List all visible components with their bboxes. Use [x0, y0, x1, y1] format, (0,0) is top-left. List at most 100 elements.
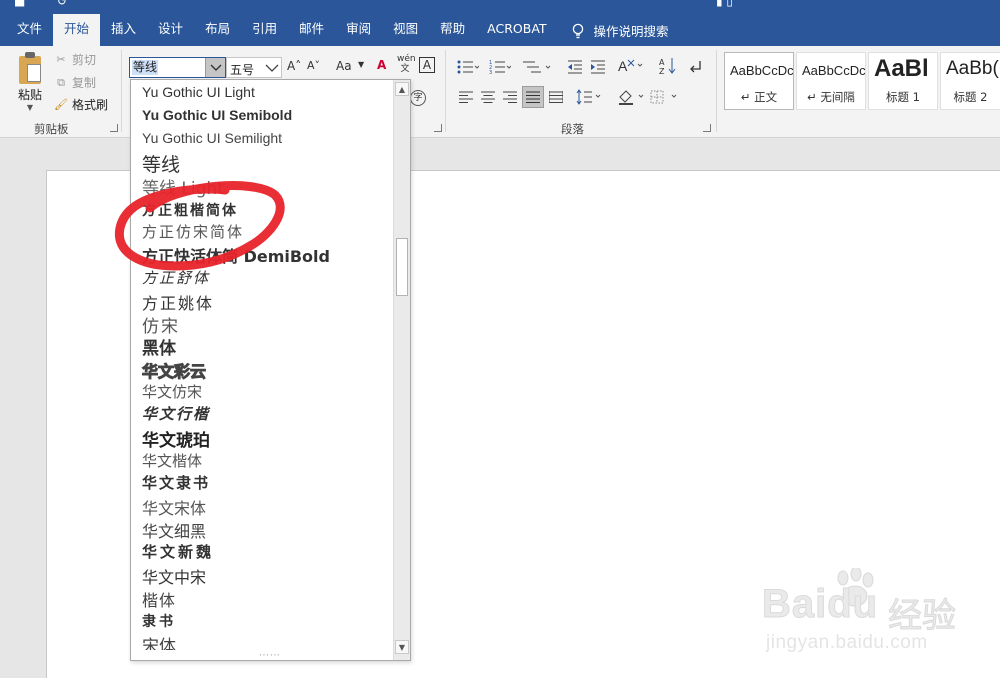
watermark-logo-cn: 经验: [888, 596, 957, 637]
bullets-icon[interactable]: [457, 60, 480, 74]
style-name: ↵ 无间隔: [807, 90, 855, 104]
borders-icon[interactable]: [650, 90, 677, 104]
style-no-spacing[interactable]: AaBbCcDc ↵ 无间隔: [796, 52, 866, 110]
decrease-indent-icon[interactable]: [566, 60, 584, 74]
font-option[interactable]: 华文琥珀: [142, 426, 210, 451]
tab-home[interactable]: 开始: [53, 14, 101, 46]
font-option[interactable]: 华文宋体: [142, 495, 206, 519]
style-heading-2[interactable]: AaBb( 标题 2: [940, 52, 1000, 110]
tab-file[interactable]: 文件: [0, 14, 53, 46]
chevron-down-icon: ▼: [26, 103, 34, 112]
font-option[interactable]: 华文中宋: [142, 564, 206, 588]
align-right-icon[interactable]: [503, 91, 521, 105]
font-option[interactable]: Yu Gothic UI Semibold: [142, 107, 292, 123]
tab-view[interactable]: 视图: [382, 14, 429, 46]
font-option[interactable]: 方正粗楷简体: [142, 200, 238, 220]
font-dropdown: Yu Gothic UI Light Yu Gothic UI Semibold…: [130, 79, 411, 661]
font-option[interactable]: 华文彩云: [141, 358, 206, 382]
font-option[interactable]: 方正舒体: [142, 267, 210, 288]
tab-design[interactable]: 设计: [147, 14, 194, 46]
font-option[interactable]: 黑体: [142, 334, 176, 359]
tab-layout[interactable]: 布局: [194, 14, 241, 46]
format-painter-button[interactable]: 🖌 格式刷: [54, 96, 108, 113]
resize-grip-icon[interactable]: ⋯⋯: [259, 651, 281, 661]
font-option[interactable]: 等线 Light: [142, 174, 224, 199]
quick-access-toolbar[interactable]: ■ ↺: [14, 0, 81, 8]
tell-me-search[interactable]: 操作说明搜索: [558, 21, 669, 40]
font-option[interactable]: 隶书: [142, 611, 176, 631]
font-option[interactable]: 宋体: [142, 632, 176, 650]
chevron-down-icon[interactable]: [265, 60, 279, 76]
clipboard-launcher-icon[interactable]: [110, 124, 118, 132]
font-option[interactable]: 华文仿宋: [142, 381, 202, 402]
paragraph-launcher-icon[interactable]: [703, 124, 711, 132]
clipboard-icon: [17, 52, 43, 84]
align-left-icon[interactable]: [459, 91, 477, 105]
sort-icon[interactable]: AZ: [659, 57, 677, 76]
format-painter-label: 格式刷: [72, 98, 109, 112]
paste-label: 粘贴: [17, 88, 42, 102]
style-normal[interactable]: AaBbCcDc ↵ 正文: [724, 52, 794, 110]
font-launcher-icon[interactable]: [434, 124, 442, 132]
styles-gallery: AaBbCcDc ↵ 正文 AaBbCcDc ↵ 无间隔 AaBl 标题 1 A…: [724, 52, 1000, 122]
font-option[interactable]: 等线: [142, 150, 180, 177]
tab-mailings[interactable]: 邮件: [288, 14, 335, 46]
font-list: Yu Gothic UI Light Yu Gothic UI Semibold…: [131, 80, 393, 650]
font-name-input[interactable]: 等线: [132, 60, 159, 75]
character-border-icon[interactable]: A: [419, 57, 435, 73]
change-case-button[interactable]: Aa: [336, 59, 352, 73]
paste-button[interactable]: 粘贴 ▼: [12, 52, 48, 112]
scrollbar-thumb[interactable]: [396, 238, 408, 296]
style-name: 标题 2: [953, 90, 988, 104]
font-option[interactable]: 华文楷体: [142, 450, 202, 471]
phonetic-guide-icon[interactable]: wén 文: [397, 54, 416, 74]
font-option[interactable]: 方正快活体简 DemiBold: [142, 243, 330, 267]
align-center-icon[interactable]: [481, 91, 499, 105]
font-size-input[interactable]: 五号: [230, 61, 254, 78]
svg-text:A: A: [618, 58, 628, 74]
font-option[interactable]: 华文行楷: [142, 403, 210, 424]
grow-font-icon[interactable]: A˄: [287, 59, 301, 73]
show-marks-icon[interactable]: [688, 59, 706, 73]
shading-icon[interactable]: [617, 88, 644, 105]
tab-insert[interactable]: 插入: [100, 14, 147, 46]
distributed-icon[interactable]: [548, 91, 567, 105]
style-preview: AaBbCcDc: [802, 63, 866, 78]
scroll-down-icon[interactable]: ▼: [395, 640, 409, 654]
scroll-up-icon[interactable]: ▲: [395, 82, 409, 96]
increase-indent-icon[interactable]: [589, 60, 607, 74]
tab-references[interactable]: 引用: [241, 14, 288, 46]
font-option[interactable]: 华文新魏: [142, 541, 214, 562]
multilevel-list-icon[interactable]: [521, 60, 551, 74]
font-option[interactable]: 方正姚体: [142, 290, 214, 314]
enclose-characters-icon[interactable]: 字: [410, 90, 426, 106]
paintbrush-icon: 🖌: [54, 97, 68, 111]
tab-help[interactable]: 帮助: [429, 14, 476, 46]
style-heading-1[interactable]: AaBl 标题 1: [868, 52, 938, 110]
font-option[interactable]: 华文隶书: [142, 472, 210, 493]
font-size-combobox[interactable]: 五号: [226, 57, 282, 78]
font-option[interactable]: 方正仿宋简体: [142, 221, 244, 242]
line-spacing-icon[interactable]: [576, 89, 601, 105]
tab-acrobat[interactable]: ACROBAT: [476, 14, 557, 46]
chevron-down-icon[interactable]: [205, 58, 225, 77]
numbering-icon[interactable]: 123: [489, 60, 512, 76]
font-option[interactable]: 楷体: [142, 587, 176, 611]
copy-button[interactable]: ⧉ 复制: [54, 74, 96, 91]
shrink-font-icon[interactable]: A˅: [307, 59, 320, 72]
ribbon-tabs: 文件 开始 插入 设计 布局 引用 邮件 审阅 视图 帮助 ACROBAT 操作…: [0, 14, 669, 46]
tell-me-label: 操作说明搜索: [593, 23, 669, 39]
clear-formatting-icon[interactable]: A: [377, 58, 386, 72]
style-preview: AaBl: [874, 55, 929, 82]
font-option[interactable]: Yu Gothic UI Light: [142, 84, 255, 100]
chinese-layout-icon[interactable]: A: [618, 58, 643, 74]
baidu-watermark: Baidu 经验 jingyan.baidu.com: [761, 568, 972, 662]
chevron-down-icon: ▼: [358, 60, 365, 69]
cut-button[interactable]: ✂ 剪切: [54, 51, 96, 68]
font-name-combobox[interactable]: 等线: [129, 57, 226, 78]
justify-button[interactable]: [522, 86, 544, 108]
tab-review[interactable]: 审阅: [335, 14, 382, 46]
font-option[interactable]: 华文细黑: [142, 518, 206, 542]
font-list-scrollbar[interactable]: ▲ ▼: [393, 80, 410, 660]
font-option[interactable]: Yu Gothic UI Semilight: [142, 130, 282, 146]
